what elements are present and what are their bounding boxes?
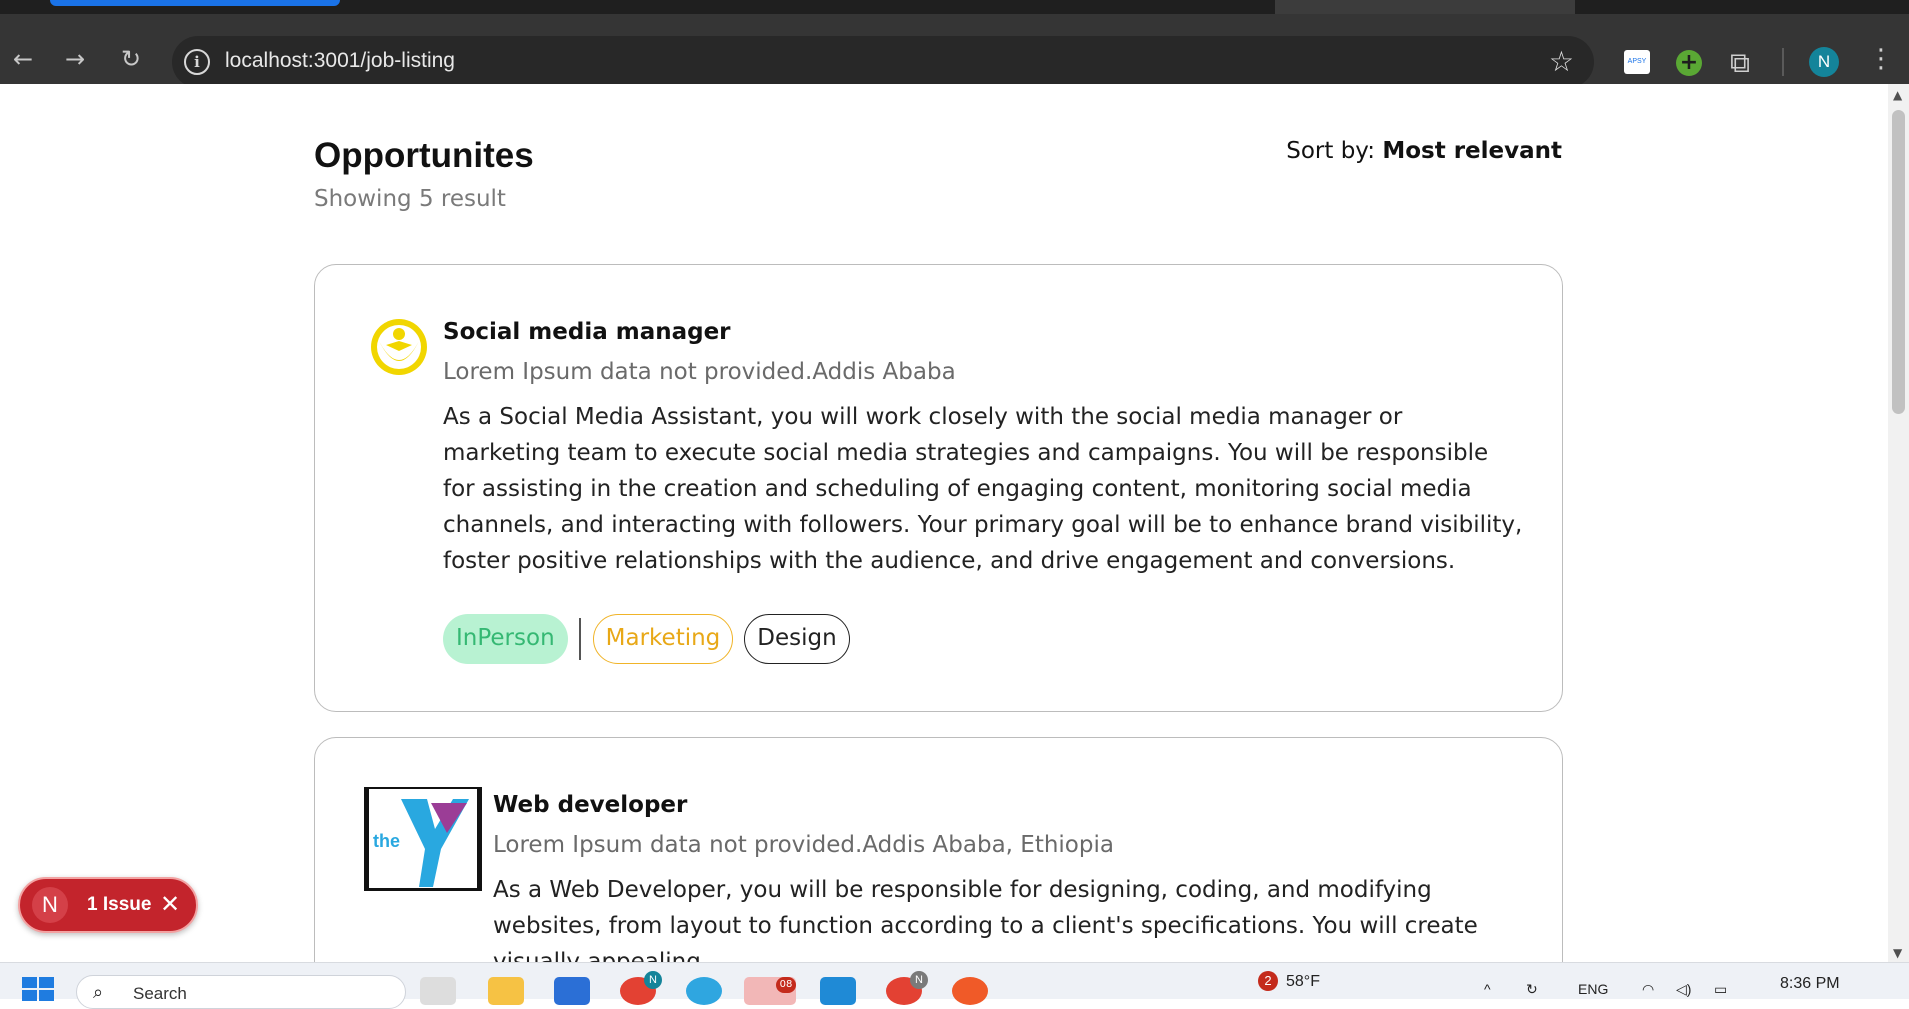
edge-icon[interactable] [686,977,722,1005]
job-description: As a Social Media Assistant, you will wo… [443,404,1523,574]
language-indicator[interactable]: ENG [1578,981,1608,997]
telegram-badge: 08 [776,977,796,993]
postman-icon[interactable] [952,977,988,1005]
job-company: Lorem Ipsum data not provided.Addis Abab… [443,359,956,385]
weather-badge: 2 [1258,971,1278,991]
scroll-up-icon[interactable]: ▲ [1893,88,1902,102]
volume-icon[interactable]: ◁) [1676,981,1691,998]
tray-chevron-icon[interactable]: ^ [1484,981,1491,997]
toolbar-divider [1782,48,1784,76]
url-text[interactable]: localhost:3001/job-listing [225,49,455,73]
back-icon[interactable]: ← [8,44,38,74]
windows-taskbar: ⌕ Search N 08 N 2 58°F ^ ↻ ENG ◠ ◁) ▭ 8:… [0,962,1909,1009]
job-card[interactable]: Social media manager Lorem Ipsum data no… [314,264,1563,712]
browser-toolbar: ← → ↻ i localhost:3001/job-listing ☆ APS… [0,14,1909,88]
tag-marketing: Marketing [592,614,734,664]
tab-inactive[interactable] [1275,0,1575,14]
active-tab[interactable] [50,0,340,6]
forward-icon[interactable]: → [60,44,90,74]
search-placeholder: Search [133,984,187,1003]
job-title[interactable]: Web developer [493,792,687,818]
close-icon[interactable]: ✕ [160,891,180,917]
chrome-profile-badge-2: N [910,971,928,989]
telegram-icon[interactable]: 08 [744,977,796,1005]
tag-design: Design [744,614,850,664]
wifi-icon[interactable]: ◠ [1642,981,1654,998]
job-title[interactable]: Social media manager [443,319,731,345]
result-count: Showing 5 result [314,186,506,212]
apsy-extension-icon[interactable]: APSY [1624,50,1650,74]
ymca-logo-graphic: the [373,799,469,887]
reload-icon[interactable]: ↻ [116,44,146,74]
green-plus-extension-icon[interactable]: + [1676,50,1702,76]
browser-menu-icon[interactable]: ⋮ [1868,44,1894,74]
chrome-icon[interactable]: N [620,971,662,1005]
search-icon: ⌕ [93,982,104,1003]
job-tags: InPerson Marketing Design [443,614,861,664]
logo-text: the [373,831,400,851]
sort-value[interactable]: Most relevant [1382,138,1562,164]
extensions-puzzle-icon[interactable]: ⧉ [1730,46,1750,80]
tag-divider [578,618,581,660]
issue-avatar: N [32,887,68,923]
task-view-icon[interactable] [420,977,456,1005]
weather-temp: 58°F [1286,973,1320,990]
vscode-icon[interactable] [820,977,856,1005]
page-scrollbar[interactable]: ▲ ▼ [1888,84,1909,962]
taskbar-search[interactable]: ⌕ Search [76,975,406,1009]
chrome-profile-badge: N [644,971,662,989]
tag-inperson: InPerson [443,614,568,664]
yellow-emblem-logo-icon [371,319,427,375]
sync-icon[interactable]: ↻ [1526,981,1538,998]
job-listing-page: Opportunites Showing 5 result Sort by: M… [0,84,1888,962]
job-card[interactable]: the Web developer Lorem Ipsum data not p… [314,737,1563,962]
job-description: As a Web Developer, you will be responsi… [493,877,1478,962]
ymca-logo-icon: the [364,787,482,891]
scroll-down-icon[interactable]: ▼ [1893,946,1902,960]
windows-start-icon[interactable] [22,977,54,1001]
site-info-icon[interactable]: i [184,49,210,75]
address-bar[interactable]: i localhost:3001/job-listing ☆ [172,36,1594,88]
page-title: Opportunites [314,136,534,175]
job-company: Lorem Ipsum data not provided.Addis Abab… [493,832,1114,858]
issue-label[interactable]: 1 Issue [87,894,151,916]
sort-label: Sort by: [1286,138,1375,164]
file-explorer-icon[interactable] [488,977,524,1005]
sort-control[interactable]: Sort by: Most relevant [1286,138,1562,164]
battery-icon[interactable]: ▭ [1714,981,1727,998]
bookmark-star-icon[interactable]: ☆ [1549,45,1574,78]
issue-badge[interactable]: N 1 Issue ✕ [18,877,198,933]
weather-widget[interactable]: 2 58°F [1258,971,1320,991]
chrome-icon-2[interactable]: N [886,971,928,1005]
store-icon[interactable] [554,977,590,1005]
profile-avatar[interactable]: N [1809,47,1839,77]
clock[interactable]: 8:36 PM [1780,975,1840,993]
scrollbar-thumb[interactable] [1892,110,1905,414]
browser-tab-strip [0,0,1909,14]
